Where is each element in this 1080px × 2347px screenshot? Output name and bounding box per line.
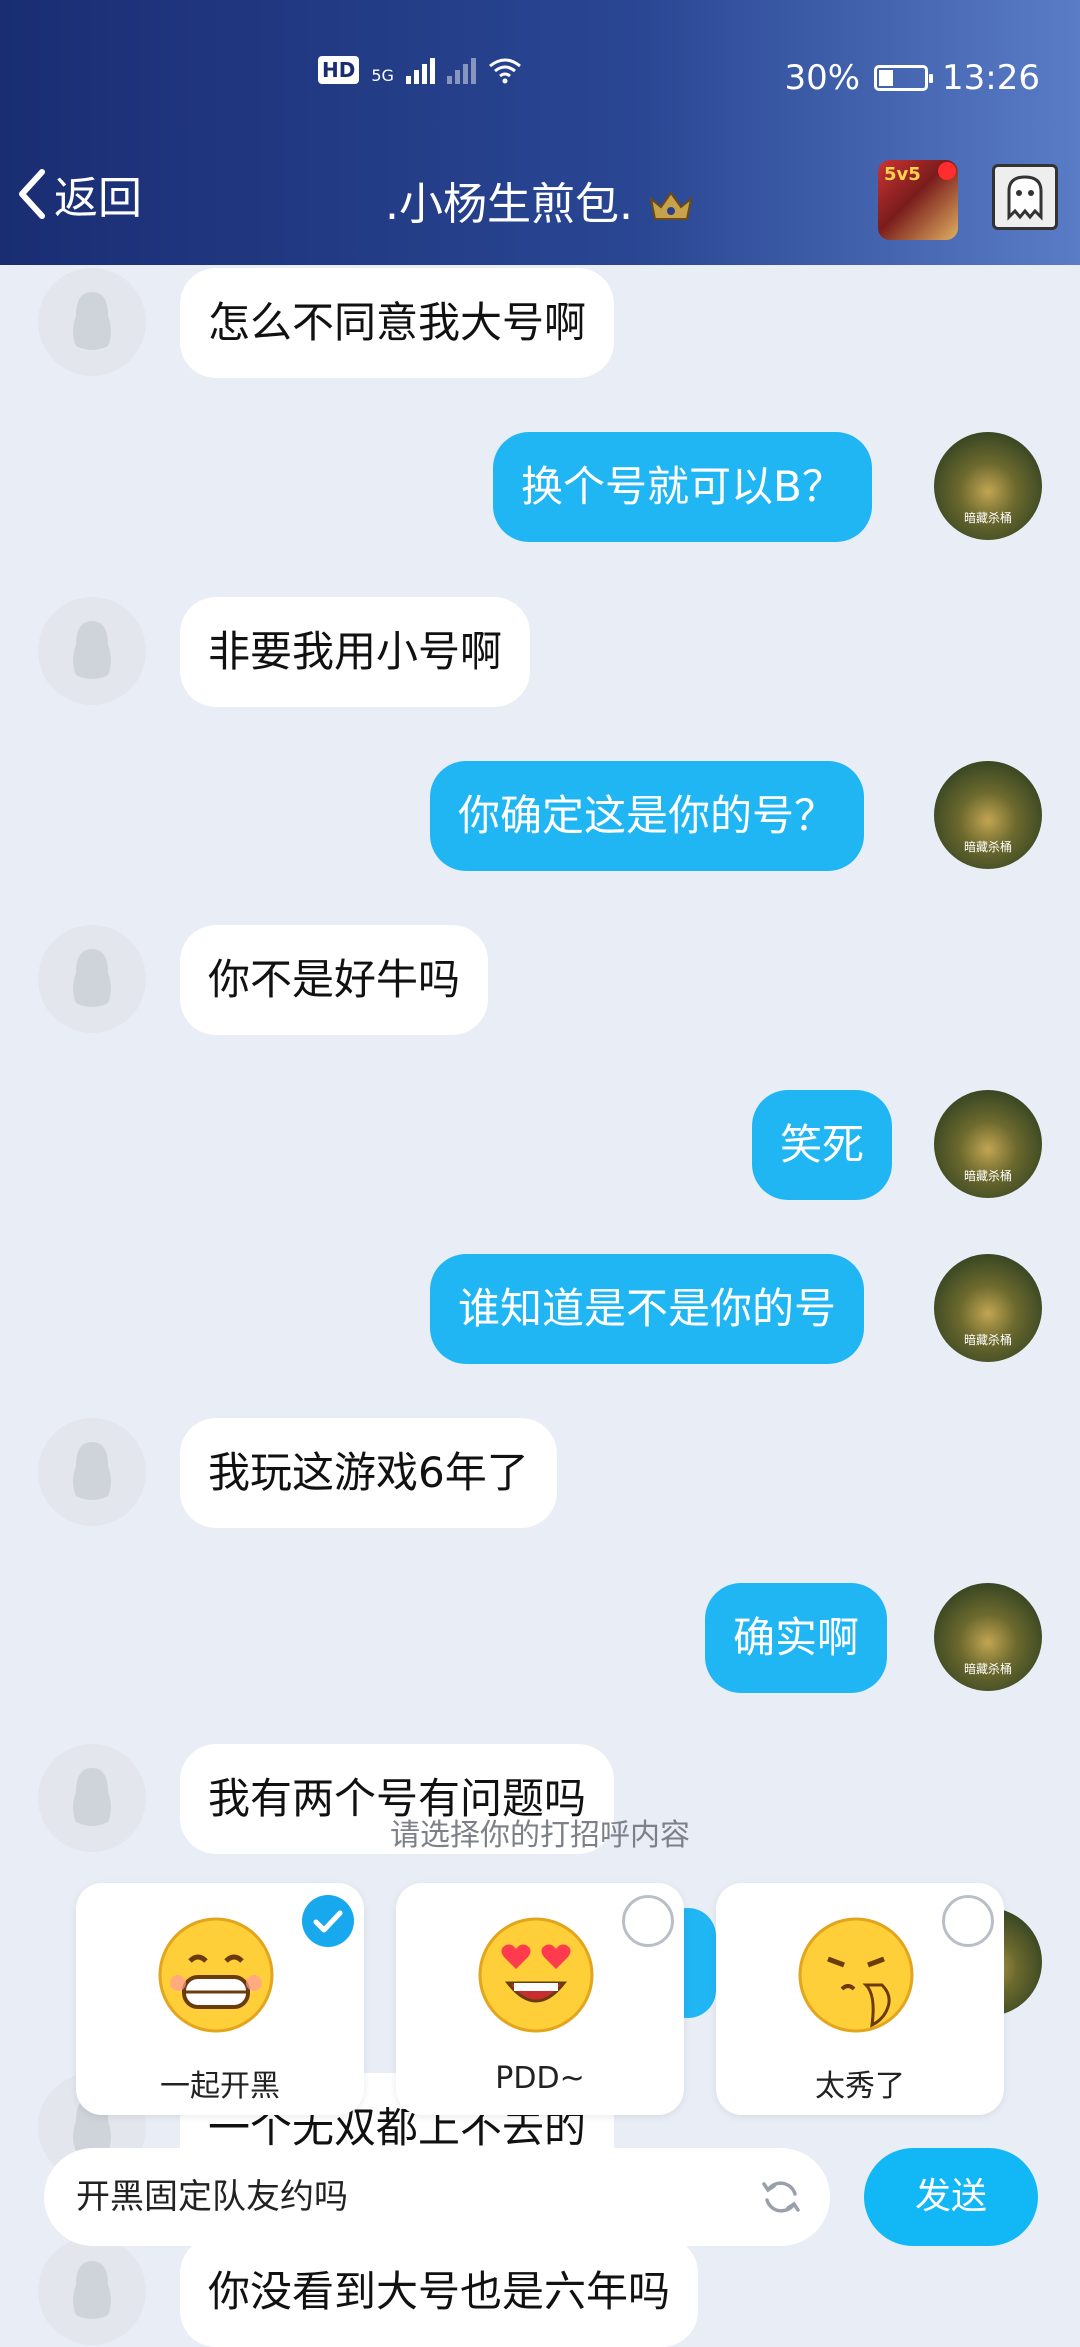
chat-navbar: 返回 .小杨生煎包. 5v5 (0, 130, 1080, 265)
send-button[interactable]: 发送 (864, 2148, 1038, 2246)
status-icons: HD 5G (318, 56, 522, 84)
my-avatar[interactable]: 暗藏杀桶 (934, 1254, 1042, 1362)
message-bubble-outgoing[interactable]: 谁知道是不是你的号 (430, 1254, 865, 1364)
contact-avatar[interactable] (38, 597, 146, 705)
grin-face-icon (158, 1917, 274, 2033)
message-bubble-incoming[interactable]: 非要我用小号啊 (180, 597, 531, 707)
network-type: 5G (371, 66, 394, 85)
refresh-icon[interactable] (760, 2176, 802, 2218)
contact-avatar[interactable] (38, 925, 146, 1033)
greeting-option[interactable]: PDD~ (396, 1883, 684, 2115)
notification-dot (938, 162, 956, 180)
message-bubble-outgoing[interactable]: 换个号就可以B？ (493, 432, 872, 542)
contact-name: .小杨生煎包. (385, 179, 633, 230)
my-avatar[interactable]: 暗藏杀桶 (934, 1583, 1042, 1691)
message-bubble-incoming[interactable]: 你没看到大号也是六年吗 (180, 2237, 699, 2347)
game-icon-text: 5v5 (884, 164, 921, 185)
checkmark-icon (313, 1910, 343, 1933)
praying-face-icon (798, 1917, 914, 2033)
checkbox-unchecked[interactable] (942, 1895, 994, 1947)
contact-avatar[interactable] (38, 1418, 146, 1526)
greeting-input-text: 开黑固定队友约吗 (76, 2177, 348, 2217)
status-bar: HD 5G 30% 13:26 (0, 0, 1080, 130)
my-avatar[interactable]: 暗藏杀桶 (934, 432, 1042, 540)
heart-eyes-face-icon (478, 1917, 594, 2033)
contact-avatar[interactable] (38, 268, 146, 376)
signal-icon (405, 58, 435, 84)
my-avatar[interactable]: 暗藏杀桶 (934, 1090, 1042, 1198)
my-avatar[interactable]: 暗藏杀桶 (934, 761, 1042, 869)
greeting-input[interactable]: 开黑固定队友约吗 (44, 2148, 830, 2246)
message-bubble-outgoing[interactable]: 笑死 (752, 1090, 893, 1200)
message-bubble-incoming[interactable]: 你不是好牛吗 (180, 925, 489, 1035)
game-app-icon[interactable]: 5v5 (878, 160, 958, 240)
rank-badge-icon (649, 191, 693, 220)
message-bubble-outgoing[interactable]: 你确定这是你的号？ (430, 761, 865, 871)
signal-2-icon (446, 58, 476, 84)
message-bubble-incoming[interactable]: 我玩这游戏6年了 (180, 1418, 557, 1528)
greeting-option-label: PDD~ (495, 2061, 585, 2096)
contact-avatar[interactable] (38, 2237, 146, 2345)
checkbox-checked[interactable] (302, 1895, 354, 1947)
wifi-icon (488, 58, 521, 84)
message-bubble-incoming[interactable]: 怎么不同意我大号啊 (180, 268, 615, 378)
status-right: 30% 13:26 (784, 58, 1040, 98)
hd-badge: HD (318, 56, 360, 84)
battery-percent: 30% (784, 58, 861, 98)
battery-icon (874, 65, 934, 91)
message-bubble-outgoing[interactable]: 确实啊 (705, 1583, 888, 1693)
checkbox-unchecked[interactable] (622, 1895, 674, 1947)
greeting-prompt: 请选择你的打招呼内容 (390, 1818, 690, 1853)
clock: 13:26 (942, 58, 1040, 98)
ghost-icon[interactable] (992, 164, 1058, 230)
greeting-option-label: 太秀了 (815, 2069, 905, 2104)
greeting-option[interactable]: 一起开黑 (76, 1883, 364, 2115)
greeting-option-label: 一起开黑 (160, 2069, 280, 2104)
greeting-option[interactable]: 太秀了 (716, 1883, 1004, 2115)
